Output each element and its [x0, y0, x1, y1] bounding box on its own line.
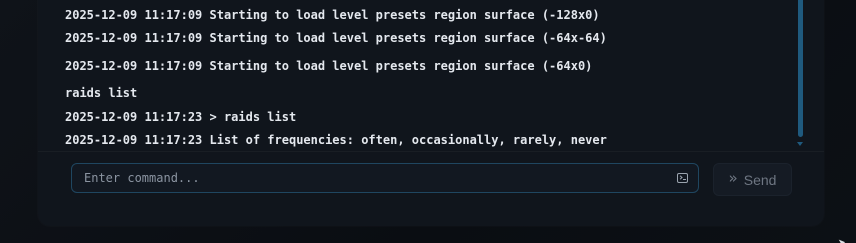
log-line: 2025-12-09 11:17:09 Starting to load lev…	[65, 8, 600, 22]
terminal-icon[interactable]	[677, 173, 688, 183]
mouse-cursor-icon	[838, 237, 848, 243]
log-line: 2025-12-09 11:17:09 Starting to load lev…	[65, 31, 607, 45]
log-scrollbar[interactable]	[796, 0, 804, 150]
send-button[interactable]: » Send	[713, 163, 792, 196]
log-line: raids list	[65, 86, 138, 100]
log-line: 2025-12-09 11:17:23 List of frequencies:…	[65, 133, 607, 147]
log-line: 2025-12-09 11:17:09 Starting to load lev…	[65, 59, 593, 73]
console-panel: 2025-12-09 11:17:09 Starting to load lev…	[38, 0, 824, 226]
page: 2025-12-09 11:17:09 Starting to load lev…	[0, 0, 856, 243]
divider	[38, 151, 824, 152]
scrollbar-thumb[interactable]	[798, 0, 803, 137]
log-line: 2025-12-09 11:17:23 > raids list	[65, 110, 297, 124]
command-input-field[interactable]	[71, 163, 699, 193]
send-button-label: Send	[743, 171, 777, 188]
console-log: 2025-12-09 11:17:09 Starting to load lev…	[38, 0, 806, 153]
double-chevron-right-icon: »	[728, 169, 738, 187]
scroll-down-arrow-icon[interactable]	[797, 142, 803, 146]
command-input[interactable]	[84, 164, 664, 192]
